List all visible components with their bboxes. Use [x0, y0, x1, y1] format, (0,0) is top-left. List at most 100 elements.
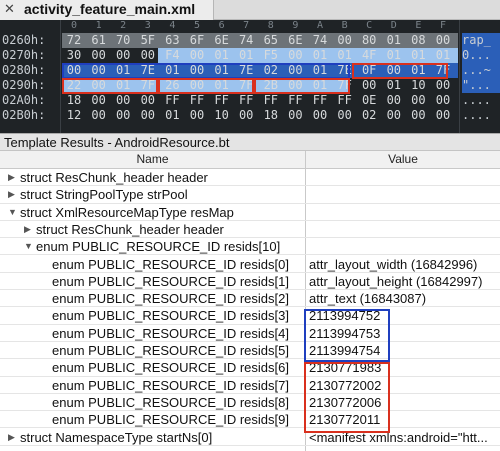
hex-byte[interactable]: 00 — [87, 93, 111, 108]
tree-row[interactable]: enum PUBLIC_RESOURCE_ID resids[7] 2130772… — [0, 377, 500, 394]
hex-ascii[interactable]: ...~ — [462, 63, 500, 78]
hex-byte[interactable]: 00 — [185, 48, 209, 63]
disclosure-collapsed-icon[interactable]: ▶ — [8, 429, 15, 446]
hex-byte[interactable]: 00 — [185, 108, 209, 123]
tree-row[interactable]: ▼ enum PUBLIC_RESOURCE_ID resids[10] — [0, 238, 500, 256]
hex-byte[interactable]: 74 — [234, 33, 258, 48]
hex-byte[interactable]: 01 — [234, 48, 258, 63]
hex-byte[interactable]: 00 — [111, 93, 135, 108]
hex-bytes[interactable]: 72 61 70 5F 63 6F 6E 74 65 6E 74 00 80 01 08 00 — [62, 33, 458, 48]
hex-ascii[interactable]: 0... — [462, 48, 500, 63]
tree-row[interactable]: enum PUBLIC_RESOURCE_ID resids[1] attr_la… — [0, 273, 500, 291]
hex-row[interactable]: 02B0h: 12 00 00 00 01 00 10 00 18 00 00 00 02 00 00 00..… — [0, 108, 500, 123]
hex-byte[interactable]: 00 — [111, 108, 135, 123]
hex-row[interactable]: 02A0h: 18 00 00 00 FF FF FF FF FF FF FF FF 0E 00 00 00..… — [0, 93, 500, 108]
tree-row[interactable]: ▶ struct StringPoolType strPool — [0, 186, 500, 204]
tree-row[interactable]: enum PUBLIC_RESOURCE_ID resids[2] attr_te… — [0, 290, 500, 308]
tree-row[interactable]: enum PUBLIC_RESOURCE_ID resids[5] 2113994… — [0, 342, 500, 360]
disclosure-collapsed-icon[interactable]: ▶ — [8, 169, 15, 186]
hex-byte[interactable]: 00 — [308, 108, 332, 123]
hex-byte[interactable]: 00 — [87, 48, 111, 63]
hex-byte[interactable]: 00 — [406, 108, 430, 123]
hex-byte[interactable]: 18 — [62, 93, 86, 108]
tree-row[interactable]: ▶ struct ResChunk_header header — [0, 221, 500, 239]
tab-activity-feature-main[interactable]: ✕ activity_feature_main.xml — [0, 0, 214, 20]
hex-byte[interactable]: 61 — [87, 33, 111, 48]
hex-byte[interactable]: FF — [234, 93, 258, 108]
hex-editor[interactable]: 0123456789ABCDEF 0260h: 72 61 70 5F 63 6F 6E 74 6… — [0, 20, 500, 133]
hex-byte[interactable]: 00 — [136, 48, 160, 63]
hex-byte[interactable]: 5F — [136, 33, 160, 48]
disclosure-expanded-icon[interactable]: ▼ — [24, 238, 33, 255]
hex-byte[interactable]: FF — [283, 93, 307, 108]
tree-row[interactable]: enum PUBLIC_RESOURCE_ID resids[6] 2130771… — [0, 359, 500, 377]
hex-ascii[interactable]: .... — [462, 93, 500, 108]
hex-byte[interactable]: FF — [333, 93, 357, 108]
tree-row[interactable]: enum PUBLIC_RESOURCE_ID resids[4] 2113994… — [0, 325, 500, 342]
hex-byte[interactable]: 00 — [431, 93, 455, 108]
hex-byte[interactable]: 00 — [333, 33, 357, 48]
hex-byte[interactable]: FF — [259, 93, 283, 108]
hex-bytes[interactable]: 12 00 00 00 01 00 10 00 18 00 00 00 02 00 00 00 — [62, 108, 458, 123]
hex-byte[interactable]: 63 — [160, 33, 184, 48]
hex-byte[interactable]: 00 — [382, 108, 406, 123]
disclosure-collapsed-icon[interactable]: ▶ — [8, 186, 15, 203]
hex-byte[interactable]: 00 — [431, 108, 455, 123]
hex-byte[interactable]: 08 — [406, 33, 430, 48]
hex-byte[interactable]: 01 — [382, 78, 406, 93]
hex-bytes[interactable]: 30 00 00 00 F4 00 01 01 F5 00 01 01 4F 01 01 01 — [62, 48, 458, 63]
hex-byte[interactable]: 01 — [382, 33, 406, 48]
hex-byte[interactable]: 01 — [431, 48, 455, 63]
hex-byte[interactable]: FF — [160, 93, 184, 108]
hex-byte[interactable]: 00 — [111, 48, 135, 63]
hex-byte[interactable]: 6E — [210, 33, 234, 48]
hex-byte[interactable]: 00 — [431, 78, 455, 93]
hex-byte[interactable]: 00 — [357, 78, 381, 93]
hex-byte[interactable]: 02 — [357, 108, 381, 123]
tree-row[interactable]: ▶ struct NamespaceType startNs[0] <manifes… — [0, 429, 500, 446]
hex-byte[interactable]: 00 — [283, 48, 307, 63]
hex-ascii[interactable]: rap_ — [462, 33, 500, 48]
hex-byte[interactable]: 01 — [160, 108, 184, 123]
close-icon[interactable]: ✕ — [4, 1, 15, 17]
hex-byte[interactable]: 12 — [62, 108, 86, 123]
hex-byte[interactable]: 01 — [382, 48, 406, 63]
column-header-name[interactable]: Name — [0, 151, 305, 169]
hex-byte[interactable]: 00 — [87, 108, 111, 123]
hex-byte[interactable]: 01 — [210, 48, 234, 63]
hex-byte[interactable]: 00 — [431, 33, 455, 48]
hex-byte[interactable]: 30 — [62, 48, 86, 63]
hex-ascii[interactable]: .... — [462, 108, 500, 123]
tree-row[interactable]: enum PUBLIC_RESOURCE_ID resids[8] 2130772… — [0, 394, 500, 412]
hex-byte[interactable]: 00 — [136, 93, 160, 108]
tree-row[interactable]: enum PUBLIC_RESOURCE_ID resids[0] attr_la… — [0, 256, 500, 273]
hex-ascii[interactable]: "... — [462, 78, 500, 93]
hex-byte[interactable]: 6E — [283, 33, 307, 48]
hex-byte[interactable]: 00 — [283, 108, 307, 123]
hex-byte[interactable]: FF — [210, 93, 234, 108]
column-header-value[interactable]: Value — [306, 151, 500, 169]
hex-byte[interactable]: 01 — [406, 48, 430, 63]
hex-byte[interactable]: FF — [185, 93, 209, 108]
hex-byte[interactable]: 65 — [259, 33, 283, 48]
tree-row[interactable]: enum PUBLIC_RESOURCE_ID resids[3] 2113994… — [0, 307, 500, 325]
hex-byte[interactable]: 74 — [308, 33, 332, 48]
hex-byte[interactable]: 00 — [382, 93, 406, 108]
hex-byte[interactable]: 6F — [185, 33, 209, 48]
tree-row[interactable]: enum PUBLIC_RESOURCE_ID resids[9] 2130772… — [0, 411, 500, 429]
hex-byte[interactable]: F4 — [160, 48, 184, 63]
hex-byte[interactable]: 10 — [210, 108, 234, 123]
hex-byte[interactable]: 72 — [62, 33, 86, 48]
hex-byte[interactable]: 80 — [357, 33, 381, 48]
hex-byte[interactable]: 01 — [333, 48, 357, 63]
hex-byte[interactable]: 00 — [136, 108, 160, 123]
hex-bytes[interactable]: 18 00 00 00 FF FF FF FF FF FF FF FF 0E 00 00 00 — [62, 93, 458, 108]
tree-row[interactable]: ▶ struct ResChunk_header header — [0, 169, 500, 187]
hex-byte[interactable]: 4F — [357, 48, 381, 63]
disclosure-collapsed-icon[interactable]: ▶ — [24, 221, 31, 238]
hex-byte[interactable]: 00 — [234, 108, 258, 123]
hex-byte[interactable]: F5 — [259, 48, 283, 63]
hex-byte[interactable]: 00 — [333, 108, 357, 123]
hex-byte[interactable]: 0E — [357, 93, 381, 108]
hex-byte[interactable]: FF — [308, 93, 332, 108]
